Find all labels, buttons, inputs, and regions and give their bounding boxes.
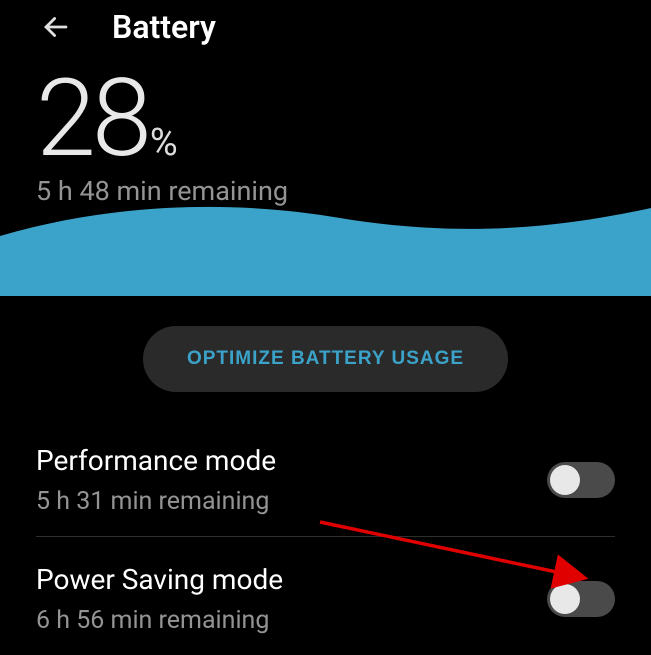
optimize-battery-button[interactable]: OPTIMIZE BATTERY USAGE [143, 326, 508, 392]
power-saving-mode-title: Power Saving mode [36, 563, 283, 596]
battery-hero: 28 % 5 h 48 min remaining [0, 60, 651, 296]
performance-mode-sub: 5 h 31 min remaining [36, 487, 276, 516]
performance-mode-toggle[interactable] [547, 462, 615, 498]
battery-percent: 28 % [36, 65, 651, 173]
back-icon[interactable] [38, 9, 74, 45]
performance-mode-row[interactable]: Performance mode 5 h 31 min remaining [0, 428, 651, 536]
percent-value: 28 [36, 65, 148, 173]
power-saving-mode-row[interactable]: Power Saving mode 6 h 56 min remaining [0, 537, 651, 655]
power-saving-mode-toggle[interactable] [547, 581, 615, 617]
performance-mode-title: Performance mode [36, 444, 276, 477]
page-title: Battery [112, 8, 216, 46]
power-saving-mode-sub: 6 h 56 min remaining [36, 606, 283, 635]
optimize-wrap: OPTIMIZE BATTERY USAGE [0, 296, 651, 428]
toggle-knob [550, 465, 580, 495]
percent-symbol: % [150, 121, 178, 165]
toggle-knob [550, 584, 580, 614]
time-remaining: 5 h 48 min remaining [36, 175, 651, 207]
battery-wave-chart [0, 196, 651, 296]
row-texts: Power Saving mode 6 h 56 min remaining [36, 563, 283, 635]
row-texts: Performance mode 5 h 31 min remaining [36, 444, 276, 516]
header: Battery [0, 0, 651, 60]
